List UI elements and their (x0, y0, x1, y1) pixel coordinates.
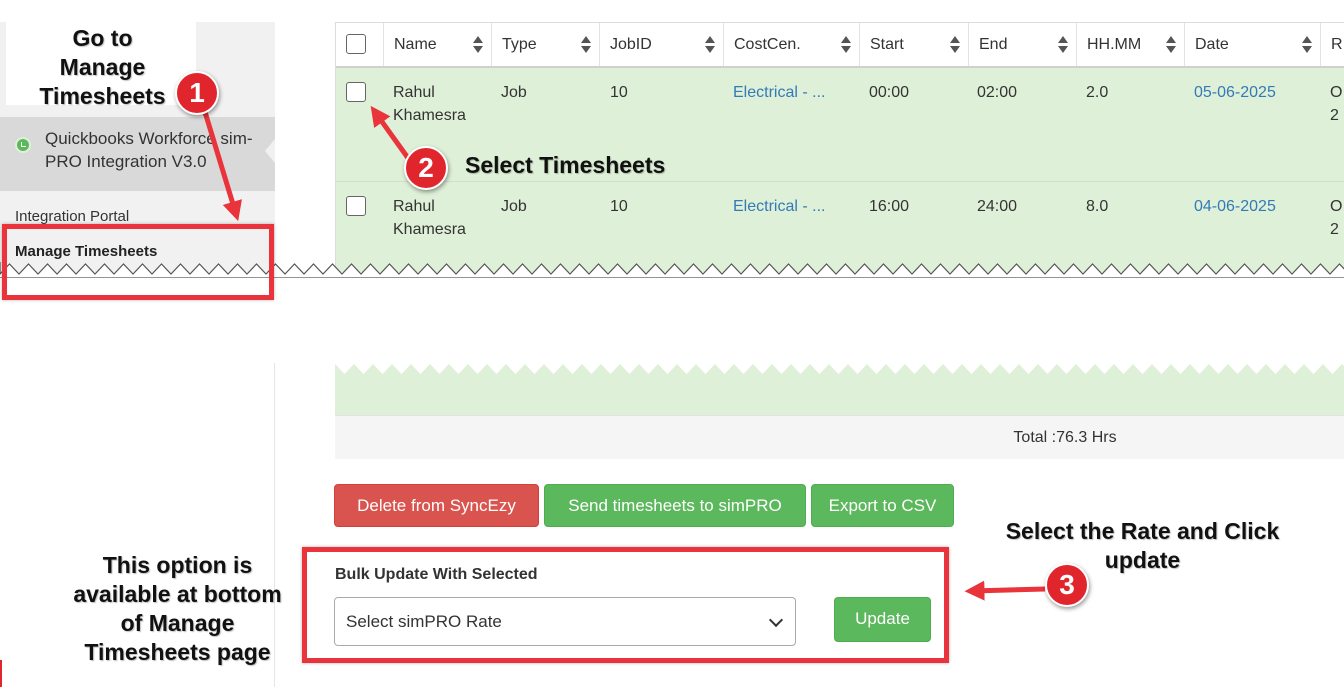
arrow-to-checkbox (370, 105, 411, 160)
step3-badge: 3 (1045, 563, 1089, 607)
annotation-bottom-note: This option is available at bottom of Ma… (73, 552, 282, 665)
annotation-step3: Select the Rate and Click update (1005, 518, 1280, 573)
arrow-to-bulk-update (964, 580, 1046, 601)
arrow-to-manage-timesheets (202, 111, 242, 222)
annotation-step1: Go to Manage Timesheets (39, 25, 166, 109)
annotation-step2: Select Timesheets (465, 152, 666, 178)
step1-badge: 1 (175, 71, 219, 115)
step2-badge: 2 (404, 146, 448, 190)
